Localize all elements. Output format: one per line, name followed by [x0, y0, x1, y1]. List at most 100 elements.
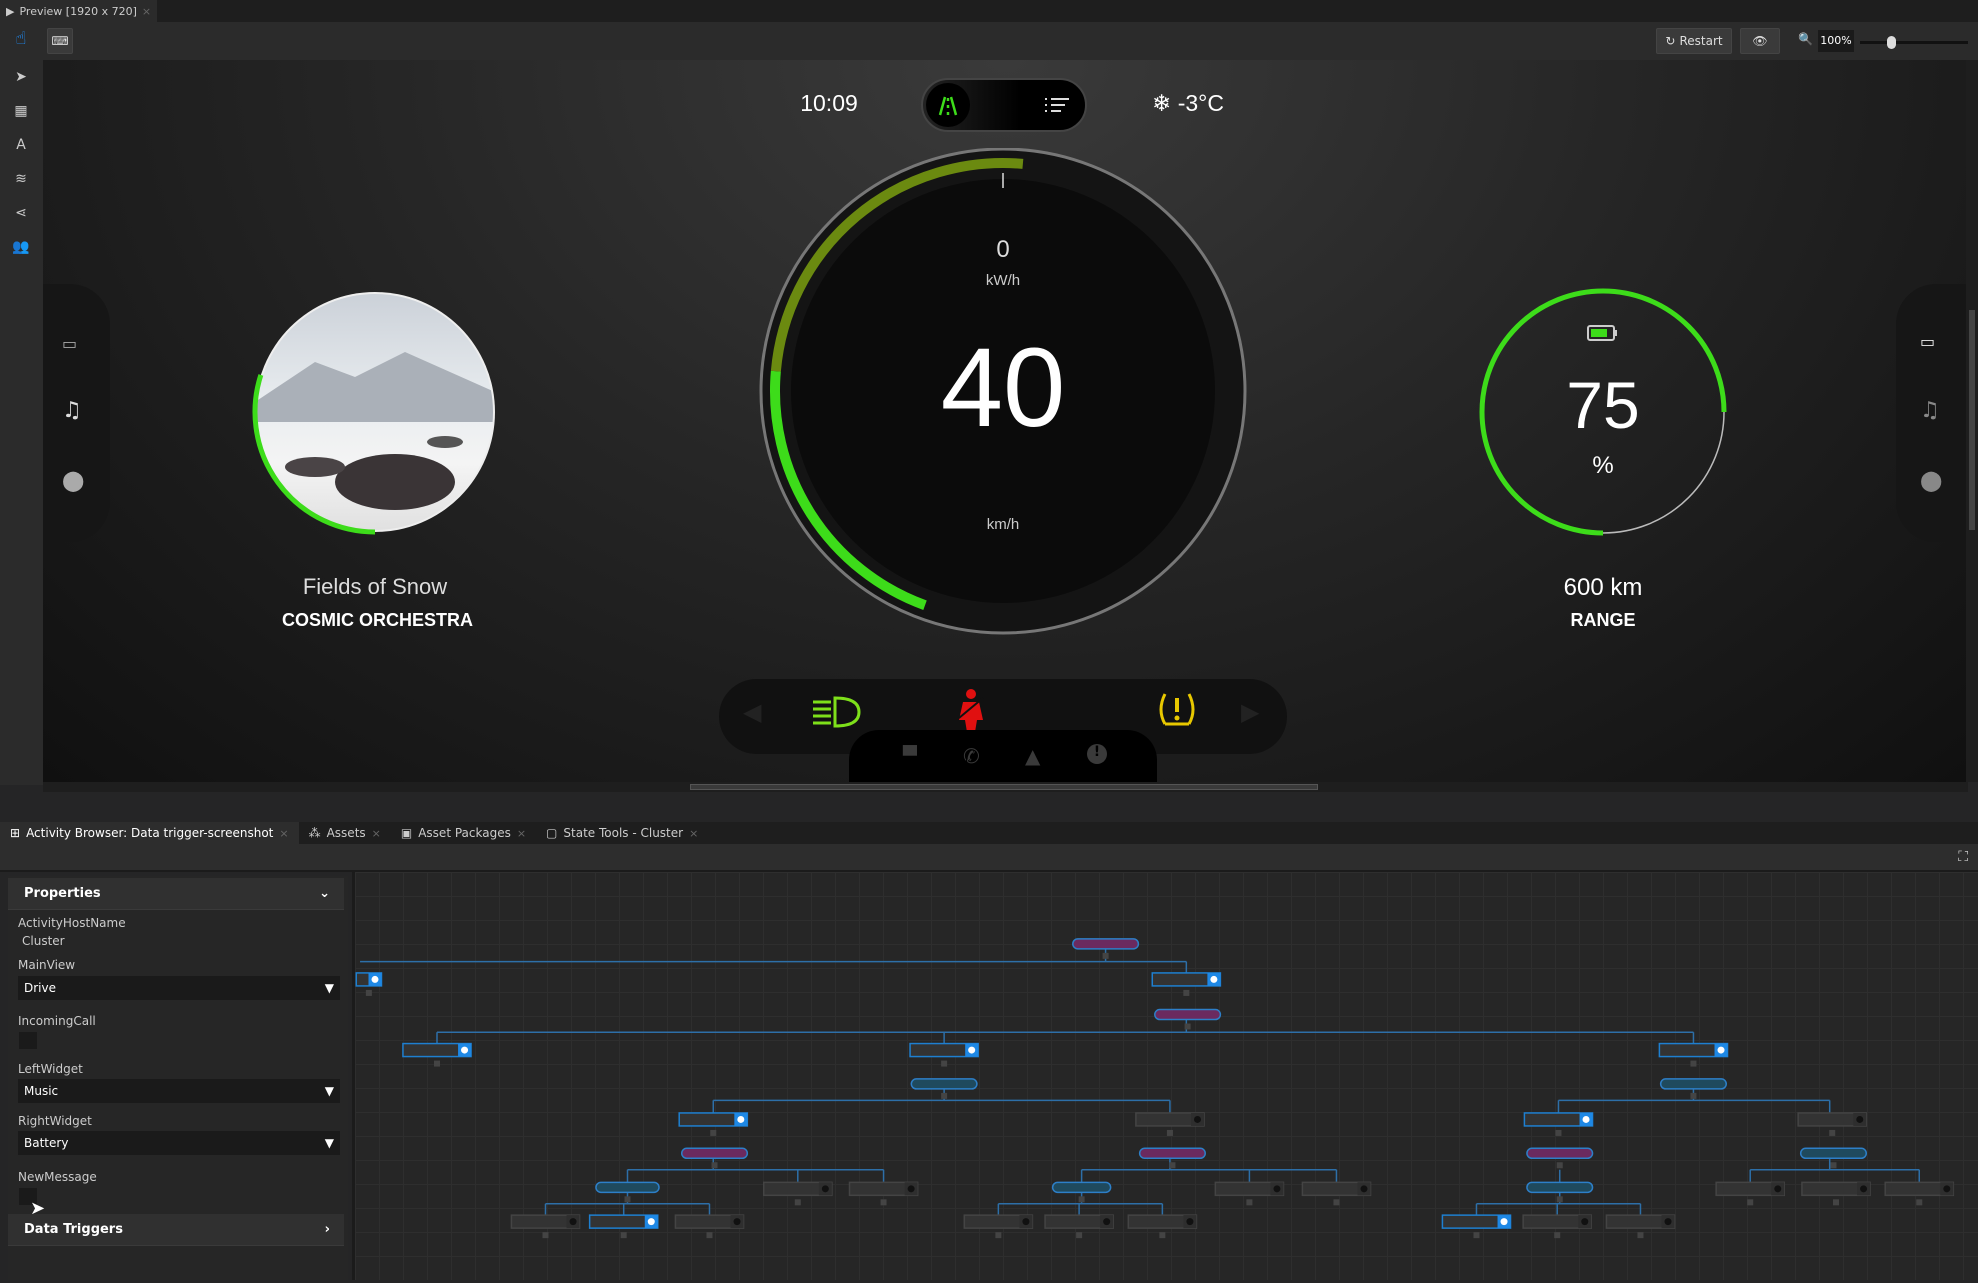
- activity-node[interactable]: [910, 1078, 978, 1090]
- chevron-right-icon: ›: [324, 1222, 330, 1237]
- package-icon: ▣: [400, 826, 413, 840]
- activity-host-value: Cluster: [22, 934, 65, 948]
- horizontal-scrollbar[interactable]: [43, 782, 1968, 792]
- users-tool-icon[interactable]: 👥: [10, 236, 32, 258]
- clock: 10:09: [800, 90, 858, 116]
- snowflake-icon: ❄: [1152, 90, 1178, 116]
- preview-toolbar: ☝ ⌨ ↻ Restart 👁 🔍 100%: [0, 22, 1978, 60]
- tab-asset-packages[interactable]: ▣ Asset Packages ×: [391, 822, 536, 844]
- fit-view-icon[interactable]: ⛶: [1958, 849, 1968, 865]
- arrow-right-icon[interactable]: ▶: [1241, 698, 1259, 726]
- range-value: 600 km: [1563, 574, 1643, 601]
- keyboard-icon: ⌨: [51, 34, 69, 48]
- music-note-icon[interactable]: ♫: [62, 398, 82, 423]
- panel-toolbar: ⛶: [0, 844, 1978, 872]
- state-icon: ▢: [546, 826, 558, 840]
- arrow-left-icon[interactable]: ◀: [743, 698, 761, 726]
- left-widget-select[interactable]: Music ▼: [18, 1079, 340, 1103]
- activity-node[interactable]: [1799, 1147, 1868, 1160]
- speed-unit: km/h: [986, 516, 1020, 533]
- data-triggers-header[interactable]: Data Triggers ›: [8, 1214, 344, 1246]
- menu-list-icon[interactable]: [1043, 97, 1071, 118]
- range-label: RANGE: [1570, 610, 1636, 630]
- zoom-slider[interactable]: [1860, 36, 1968, 49]
- activity-node[interactable]: [595, 1181, 660, 1194]
- activity-node[interactable]: [1154, 1008, 1222, 1021]
- message-icon[interactable]: ▀: [903, 746, 917, 767]
- activity-node[interactable]: [1051, 1181, 1112, 1194]
- select-tool-icon[interactable]: ➤: [10, 66, 32, 88]
- music-note-icon[interactable]: ♫: [1920, 398, 1940, 423]
- close-tab-icon[interactable]: ×: [279, 827, 288, 840]
- alert-icon[interactable]: !: [1087, 744, 1107, 764]
- left-widget-label: LeftWidget: [18, 1062, 83, 1076]
- visibility-button[interactable]: 👁: [1740, 28, 1780, 54]
- warning-icon[interactable]: ▲: [1025, 744, 1040, 768]
- share-tool-icon[interactable]: ⋖: [10, 202, 32, 224]
- tab-state-tools[interactable]: ▢ State Tools - Cluster ×: [536, 822, 708, 844]
- main-view-label: MainView: [18, 958, 76, 972]
- grid-tool-icon[interactable]: ▦: [10, 100, 32, 122]
- drive-mode-toggle[interactable]: [921, 78, 1087, 132]
- lane-assist-icon[interactable]: [926, 83, 970, 127]
- headlight-icon: [813, 696, 861, 728]
- main-view-select[interactable]: Drive ▼: [18, 976, 340, 1000]
- chevron-down-icon: ⌄: [319, 886, 330, 901]
- battery-icon: [1587, 325, 1617, 341]
- interact-cursor-icon[interactable]: ☝: [8, 28, 34, 56]
- activity-node-tree: [355, 938, 1955, 1239]
- location-pin-icon[interactable]: ⬤: [1920, 468, 1942, 492]
- assets-icon: ⁂: [308, 826, 321, 840]
- battery-icon[interactable]: ▭: [62, 334, 77, 353]
- eye-icon: 👁: [1752, 34, 1768, 48]
- close-tab-icon[interactable]: ×: [372, 827, 381, 840]
- incoming-call-label: IncomingCall: [18, 1014, 96, 1028]
- tab-activity-browser[interactable]: ⊞ Activity Browser: Data trigger-screensh…: [0, 822, 299, 844]
- zoom-level[interactable]: 100%: [1818, 30, 1854, 52]
- power-value: 0: [996, 236, 1010, 263]
- activity-node[interactable]: [680, 1147, 749, 1160]
- document-tab-bar: ▶ Preview [1920 x 720] ×: [0, 0, 1978, 22]
- properties-header[interactable]: Properties ⌄: [8, 878, 344, 910]
- layers-tool-icon[interactable]: ≋: [10, 168, 32, 190]
- notification-tray: [849, 730, 1157, 782]
- close-tab-icon[interactable]: ×: [689, 827, 698, 840]
- new-message-label: NewMessage: [18, 1170, 97, 1184]
- scrollbar-thumb[interactable]: [690, 784, 1318, 790]
- preview-canvas[interactable]: ▭ ♫ ⬤ ▭ ♫ ⬤ 10:09 ❄ -3°C 0 kW/h 40 km/h …: [43, 60, 1968, 782]
- properties-panel: Properties ⌄ ActivityHostName Cluster Mai…: [8, 876, 348, 1280]
- activity-node[interactable]: [1659, 1078, 1728, 1090]
- dropdown-arrow-icon: ▼: [324, 1136, 334, 1150]
- incoming-call-checkbox[interactable]: [19, 1032, 37, 1049]
- battery-value: 75: [1566, 368, 1640, 442]
- play-icon: ▶: [6, 4, 15, 18]
- power-unit: kW/h: [985, 272, 1021, 289]
- activity-node[interactable]: [1526, 1181, 1594, 1194]
- right-widget-label: RightWidget: [18, 1114, 92, 1128]
- activity-graph[interactable]: [352, 872, 1978, 1280]
- text-tool-icon[interactable]: A: [10, 134, 32, 156]
- tool-strip: ➤ ▦ A ≋ ⋖ 👥: [0, 60, 43, 785]
- restart-button[interactable]: ↻ Restart: [1656, 28, 1732, 54]
- album-art: [252, 292, 495, 535]
- phone-icon[interactable]: ✆: [963, 744, 980, 768]
- close-tab-icon[interactable]: ×: [142, 5, 151, 18]
- activity-node[interactable]: [1526, 1147, 1594, 1160]
- vertical-scrollbar[interactable]: [1966, 60, 1978, 782]
- right-widget-select[interactable]: Battery ▼: [18, 1131, 340, 1155]
- preview-tab[interactable]: ▶ Preview [1920 x 720] ×: [0, 0, 158, 22]
- zoom-icon: 🔍: [1798, 32, 1813, 46]
- activity-node[interactable]: [1138, 1147, 1207, 1160]
- hierarchy-icon: ⊞: [10, 826, 21, 840]
- battery-icon[interactable]: ▭: [1920, 332, 1935, 351]
- restart-icon: ↻: [1665, 34, 1676, 48]
- tab-assets[interactable]: ⁂ Assets ×: [299, 822, 391, 844]
- zoom-slider-thumb[interactable]: [1887, 36, 1896, 49]
- activity-node[interactable]: [1072, 938, 1140, 950]
- dropdown-arrow-icon: ▼: [324, 981, 334, 995]
- artist-name: COSMIC ORCHESTRA: [281, 610, 473, 630]
- close-tab-icon[interactable]: ×: [517, 827, 526, 840]
- keyboard-button[interactable]: ⌨: [47, 28, 73, 54]
- speed-value: 40: [940, 325, 1066, 450]
- location-pin-icon[interactable]: ⬤: [62, 468, 84, 492]
